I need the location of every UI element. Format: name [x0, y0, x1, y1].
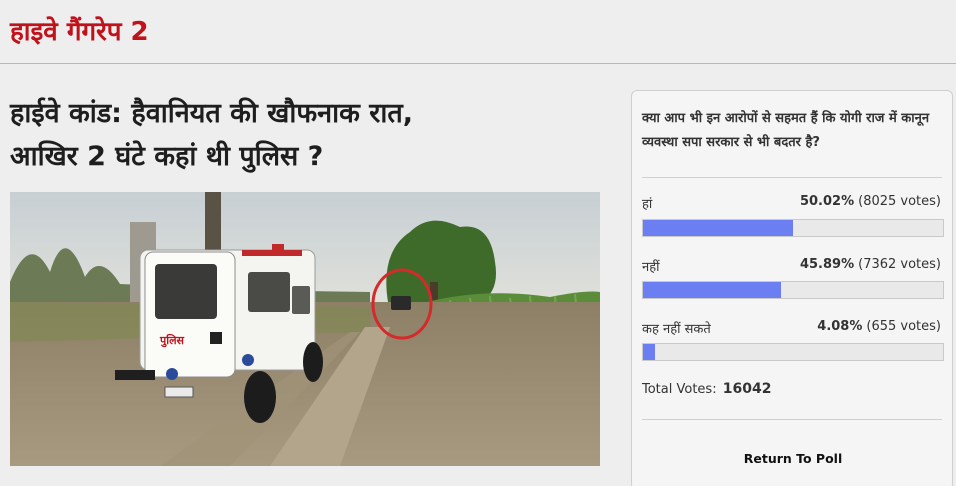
article-headline[interactable]: हाईवे कांड: हैवानियत की खौफनाक रात, आखिर…: [10, 92, 610, 178]
poll-widget: क्या आप भी इन आरोपों से सहमत हैं कि योगी…: [631, 90, 953, 486]
return-to-poll-button[interactable]: Return To Poll: [642, 446, 944, 472]
poll-divider-top: [642, 177, 942, 178]
poll-option-label: नहीं: [642, 260, 660, 275]
poll-option-bar: [642, 281, 944, 299]
poll-total-label: Total Votes:: [642, 382, 717, 397]
poll-option-bar-fill: [643, 282, 781, 298]
headline-line-1[interactable]: हाईवे कांड: हैवानियत की खौफनाक रात,: [10, 98, 413, 129]
poll-total-value: 16042: [722, 381, 772, 397]
poll-option-bar: [642, 219, 944, 237]
poll-option-stats: 45.89% (7362 votes): [800, 257, 941, 272]
poll-option-votes: (7362 votes): [858, 257, 941, 272]
poll-option-votes: (655 votes): [866, 319, 941, 334]
poll-option-label: कह नहीं सकते: [642, 322, 711, 337]
poll-option-bar-fill: [643, 220, 794, 236]
header-divider: [0, 63, 956, 64]
poll-option-label: हां: [642, 197, 653, 212]
poll-option-bar: [642, 343, 944, 361]
article-photo-image: पुलिस: [10, 192, 600, 466]
poll-option-bar-fill: [643, 344, 656, 360]
headline-line-2[interactable]: आखिर 2 घंटे कहां थी पुलिस ?: [10, 141, 323, 172]
poll-total: Total Votes: 16042: [642, 381, 771, 397]
poll-option-stats: 50.02% (8025 votes): [800, 194, 941, 209]
poll-divider-bottom: [642, 419, 942, 420]
article-photo[interactable]: पुलिस: [10, 192, 600, 466]
poll-option-percent: 4.08%: [817, 319, 863, 334]
poll-question: क्या आप भी इन आरोपों से सहमत हैं कि योगी…: [642, 111, 930, 150]
poll-option-votes: (8025 votes): [858, 194, 941, 209]
poll-option-percent: 45.89%: [799, 257, 855, 272]
topic-title[interactable]: हाइवे गैंगरेप 2: [10, 12, 149, 48]
poll-option-percent: 50.02%: [799, 194, 855, 209]
poll-option-stats: 4.08% (655 votes): [817, 319, 941, 334]
jeep-police-text: पुलिस: [159, 333, 185, 348]
